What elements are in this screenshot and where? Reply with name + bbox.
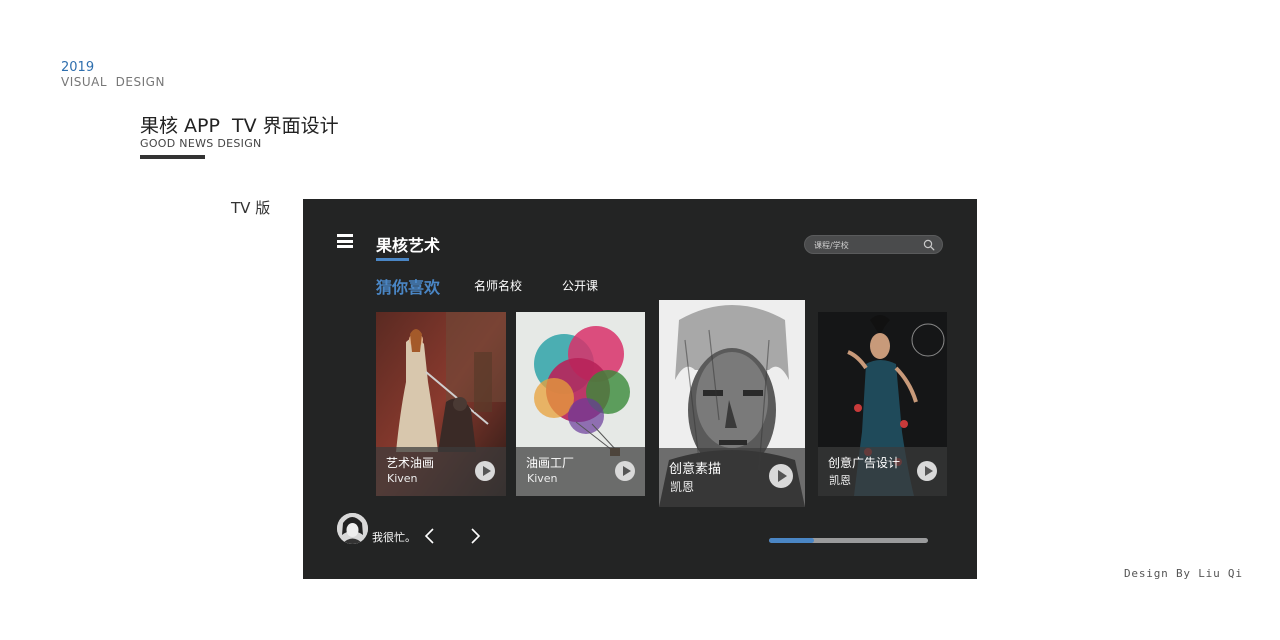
visual-design-label: VISUAL DESIGN [61,75,165,89]
card-author: 凯恩 [829,474,851,487]
course-card[interactable]: 创意素描 凯恩 [659,300,805,507]
course-card[interactable]: 油画工厂 Kiven [516,312,645,496]
search-box[interactable] [804,235,943,254]
app-title: 果核艺术 [376,236,441,255]
chevron-right-icon[interactable] [468,527,482,545]
avatar[interactable] [337,513,368,544]
play-icon[interactable] [615,461,635,481]
tab-open-courses[interactable]: 公开课 [562,277,598,294]
user-status: 我很忙。 [372,531,416,544]
card-author: Kiven [387,472,418,485]
card-author: 凯恩 [670,480,695,494]
card-title: 创意广告设计 [828,456,901,470]
design-credit: Design By Liu Qi [1124,567,1243,580]
play-icon[interactable] [917,461,937,481]
hamburger-menu-icon[interactable] [337,234,353,248]
tv-screen: 果核艺术 猜你喜欢 名师名校 公开课 [303,199,977,579]
card-title: 创意素描 [669,462,722,477]
app-title-underline [376,258,409,261]
card-author: Kiven [527,472,558,485]
tab-famous-teachers[interactable]: 名师名校 [474,277,522,294]
course-card[interactable]: 创意广告设计 凯恩 [818,312,947,496]
carousel-progress-bar [769,538,928,543]
tab-guess-you-like[interactable]: 猜你喜欢 [376,274,440,298]
chevron-left-icon[interactable] [423,527,437,545]
tv-version-label: TV 版 [231,199,271,217]
progress-fill [769,538,814,543]
search-input[interactable] [814,238,919,252]
page-subtitle: GOOD NEWS DESIGN [140,137,262,150]
card-title: 艺术油画 [386,456,435,470]
play-icon[interactable] [475,461,495,481]
year-label: 2019 [61,60,95,75]
card-title: 油画工厂 [526,456,575,470]
page-title: 果核 APP TV 界面设计 [140,115,339,137]
search-icon[interactable] [923,239,935,251]
title-underline [140,155,205,159]
play-icon[interactable] [769,464,793,488]
course-card[interactable]: 艺术油画 Kiven [376,312,506,496]
